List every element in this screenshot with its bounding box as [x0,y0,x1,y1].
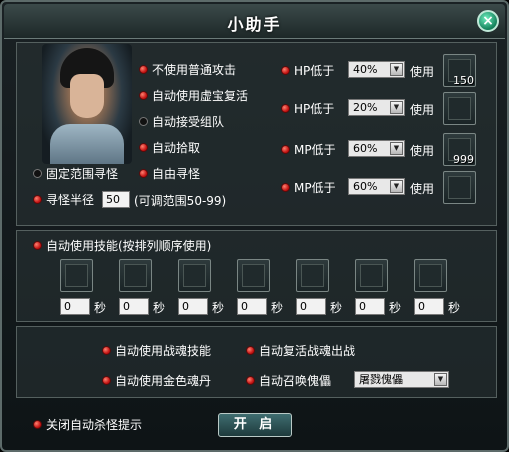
seconds-label: 秒 [389,301,402,315]
radio-on-icon [33,194,42,204]
potion-slot-2[interactable] [443,92,476,125]
use-label-4: 使用 [410,182,435,196]
option-revive-soul[interactable]: 自动复活战魂出战 [246,341,355,359]
potion-row-4[interactable]: MP低于 [281,178,336,196]
radio-off-icon [33,168,42,178]
assistant-window: 小助手 × 不使用普通攻击 自动使用虚宝复活 自动接受组队 自动拾取 固定范围寻… [0,0,509,452]
skill-slot-5[interactable] [296,259,329,292]
search-radius-input[interactable]: 50 [102,191,130,208]
use-label-3: 使用 [410,144,435,158]
empty-slot [183,264,206,287]
radio-on-icon [33,419,42,429]
radio-on-icon [281,103,290,113]
option-auto-accept-team[interactable]: 自动接受组队 [139,112,224,130]
potion-threshold-select-3[interactable]: 60% ▼ [348,140,405,157]
option-auto-pickup[interactable]: 自动拾取 [139,138,200,156]
character-portrait [42,44,132,164]
radio-on-icon [246,375,255,385]
skill-slot-2[interactable] [119,259,152,292]
skill-delay-input-6[interactable]: 0 [355,298,385,315]
skill-delay-input-3[interactable]: 0 [178,298,208,315]
empty-slot [419,264,442,287]
chevron-down-icon: ▼ [390,63,403,76]
skill-delay-input-2[interactable]: 0 [119,298,149,315]
empty-slot [242,264,265,287]
seconds-label: 秒 [212,301,225,315]
potion-threshold-select-1[interactable]: 40% ▼ [348,61,405,78]
use-label-1: 使用 [410,65,435,79]
seconds-label: 秒 [94,301,107,315]
fire-skill-icon [65,264,88,287]
option-close-kill-tip[interactable]: 关闭自动杀怪提示 [33,415,142,433]
item-count: 999 [453,153,474,166]
skill-slot-4[interactable] [237,259,270,292]
radio-on-icon [281,65,290,75]
empty-slot [301,264,324,287]
radio-on-icon [246,345,255,355]
seconds-label: 秒 [330,301,343,315]
shield-skill-icon [124,264,147,287]
chevron-down-icon: ▼ [434,373,447,386]
empty-slot [448,176,471,199]
option-auto-skill[interactable]: 自动使用技能(按排列顺序使用) [33,236,211,254]
start-button[interactable]: 开 启 [218,413,292,437]
item-count: 150 [453,74,474,87]
radio-off-icon [139,116,148,126]
option-summon-puppet[interactable]: 自动召唤傀儡 [246,371,331,389]
seconds-label: 秒 [448,301,461,315]
chevron-down-icon: ▼ [390,142,403,155]
skill-delay-input-4[interactable]: 0 [237,298,267,315]
skill-delay-input-5[interactable]: 0 [296,298,326,315]
radio-on-icon [102,375,111,385]
option-use-gold-pill[interactable]: 自动使用金色魂丹 [102,371,211,389]
skill-delay-input-7[interactable]: 0 [414,298,444,315]
radio-on-icon [139,64,148,74]
potion-threshold-select-2[interactable]: 20% ▼ [348,99,405,116]
radio-on-icon [33,240,42,250]
close-icon[interactable]: × [477,10,499,32]
radio-on-icon [281,144,290,154]
radio-on-icon [102,345,111,355]
radio-on-icon [139,168,148,178]
radio-on-icon [139,142,148,152]
seconds-label: 秒 [271,301,284,315]
potion-threshold-select-4[interactable]: 60% ▼ [348,178,405,195]
skill-delay-input-1[interactable]: 0 [60,298,90,315]
empty-slot [360,264,383,287]
use-label-2: 使用 [410,103,435,117]
window-title: 小助手 [227,15,282,34]
title-bar[interactable]: 小助手 × [4,4,505,39]
seconds-label: 秒 [153,301,166,315]
skill-slot-1[interactable] [60,259,93,292]
option-fixed-range[interactable]: 固定范围寻怪 [33,164,118,182]
radio-on-icon [139,90,148,100]
option-no-normal-attack[interactable]: 不使用普通攻击 [139,60,236,78]
option-search-radius[interactable]: 寻怪半径 [33,190,94,208]
puppet-type-select[interactable]: 屠戮傀儡 ▼ [354,371,449,388]
potion-slot-3[interactable]: 999 [443,133,476,166]
option-use-soul-skill[interactable]: 自动使用战魂技能 [102,341,211,359]
potion-slot-4[interactable] [443,171,476,204]
search-radius-hint: (可调范围50-99) [134,194,227,208]
potion-row-2[interactable]: HP低于 [281,99,334,117]
potion-row-3[interactable]: MP低于 [281,140,336,158]
skill-slot-3[interactable] [178,259,211,292]
option-free-search[interactable]: 自由寻怪 [139,164,200,182]
chevron-down-icon: ▼ [390,101,403,114]
empty-slot [448,97,471,120]
option-auto-revive[interactable]: 自动使用虚宝复活 [139,86,248,104]
chevron-down-icon: ▼ [390,180,403,193]
skill-slot-7[interactable] [414,259,447,292]
potion-slot-1[interactable]: 150 [443,54,476,87]
skill-slot-6[interactable] [355,259,388,292]
radio-on-icon [281,182,290,192]
potion-row-1[interactable]: HP低于 [281,61,334,79]
